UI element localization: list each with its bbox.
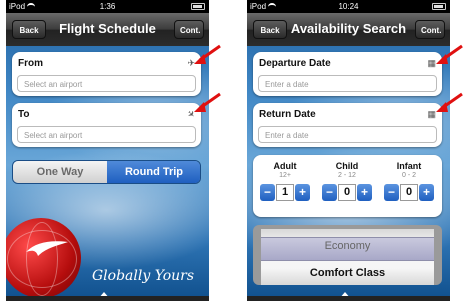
round-trip-segment[interactable]: Round Trip bbox=[107, 161, 200, 183]
departure-date-input[interactable]: Enter a date bbox=[258, 75, 437, 92]
picker-wheel[interactable]: Economy Comfort Class bbox=[261, 229, 434, 285]
from-airport-card[interactable]: From ✈ Select an airport bbox=[12, 52, 201, 96]
infant-passenger-column: Infant 0 - 2 − 0 + bbox=[379, 161, 439, 201]
status-time: 10:24 bbox=[338, 2, 359, 11]
infant-stepper: − 0 + bbox=[384, 184, 434, 201]
brand-tagline: Globally Yours bbox=[92, 268, 195, 284]
passenger-count-panel: Adult 12+ − 1 + Child 2 - 12 − 0 + Infan… bbox=[253, 155, 442, 217]
adult-decrement-button[interactable]: − bbox=[260, 184, 275, 201]
status-bar: iPod 10:24 bbox=[247, 0, 450, 13]
continue-button[interactable]: Cont. bbox=[174, 20, 204, 39]
brand-globe-logo bbox=[6, 218, 81, 298]
infant-age-range: 0 - 2 bbox=[401, 172, 416, 179]
annotation-arrow-icon bbox=[194, 92, 221, 112]
annotation-arrow-icon bbox=[194, 44, 221, 64]
navigation-bar: Back Flight Schedule Cont. bbox=[6, 13, 209, 46]
infant-decrement-button[interactable]: − bbox=[384, 184, 399, 201]
availability-search-screen: iPod 10:24 Back Availability Search Cont… bbox=[247, 0, 450, 301]
adult-age-range: 12+ bbox=[279, 172, 291, 179]
child-age-range: 2 - 12 bbox=[338, 172, 356, 179]
brand-bird-logo bbox=[26, 241, 68, 256]
return-date-input[interactable]: Enter a date bbox=[258, 126, 437, 143]
picker-option-comfort-class[interactable]: Comfort Class bbox=[261, 267, 434, 279]
navigation-bar: Back Availability Search Cont. bbox=[247, 13, 450, 46]
continue-button[interactable]: Cont. bbox=[415, 20, 445, 39]
picker-option-economy[interactable]: Economy bbox=[261, 240, 434, 252]
return-date-card[interactable]: Return Date ▦ Enter a date bbox=[253, 103, 442, 147]
adult-stepper: − 1 + bbox=[260, 184, 310, 201]
to-label: To bbox=[18, 109, 30, 120]
adult-increment-button[interactable]: + bbox=[295, 184, 310, 201]
battery-icon bbox=[432, 3, 446, 10]
child-stepper: − 0 + bbox=[322, 184, 372, 201]
child-count: 0 bbox=[338, 184, 356, 201]
to-airport-input[interactable]: Select an airport bbox=[17, 126, 196, 143]
child-decrement-button[interactable]: − bbox=[322, 184, 337, 201]
departure-date-label: Departure Date bbox=[259, 58, 331, 69]
annotation-arrow-icon bbox=[436, 92, 463, 112]
trip-type-segmented-control: One Way Round Trip bbox=[12, 160, 201, 184]
status-time: 1:36 bbox=[99, 2, 116, 11]
departure-date-card[interactable]: Departure Date ▦ Enter a date bbox=[253, 52, 442, 96]
child-label: Child bbox=[335, 161, 359, 171]
child-passenger-column: Child 2 - 12 − 0 + bbox=[317, 161, 377, 201]
adult-count: 1 bbox=[276, 184, 294, 201]
adult-label: Adult bbox=[273, 161, 297, 171]
one-way-segment[interactable]: One Way bbox=[13, 161, 107, 183]
infant-label: Infant bbox=[396, 161, 422, 171]
return-date-label: Return Date bbox=[259, 109, 316, 120]
infant-count: 0 bbox=[400, 184, 418, 201]
child-increment-button[interactable]: + bbox=[357, 184, 372, 201]
from-airport-input[interactable]: Select an airport bbox=[17, 75, 196, 92]
status-bar: iPod 1:36 bbox=[6, 0, 209, 13]
annotation-arrow-icon bbox=[436, 44, 463, 64]
battery-icon bbox=[191, 3, 205, 10]
cabin-class-picker[interactable]: Economy Comfort Class bbox=[253, 225, 442, 285]
from-label: From bbox=[18, 58, 43, 69]
infant-increment-button[interactable]: + bbox=[419, 184, 434, 201]
to-airport-card[interactable]: To ✈ Select an airport bbox=[12, 103, 201, 147]
flight-schedule-screen: iPod 1:36 Back Flight Schedule Cont. Fro… bbox=[6, 0, 209, 301]
bottom-toolbar bbox=[6, 296, 209, 301]
bottom-toolbar bbox=[247, 296, 450, 301]
adult-passenger-column: Adult 12+ − 1 + bbox=[255, 161, 315, 201]
